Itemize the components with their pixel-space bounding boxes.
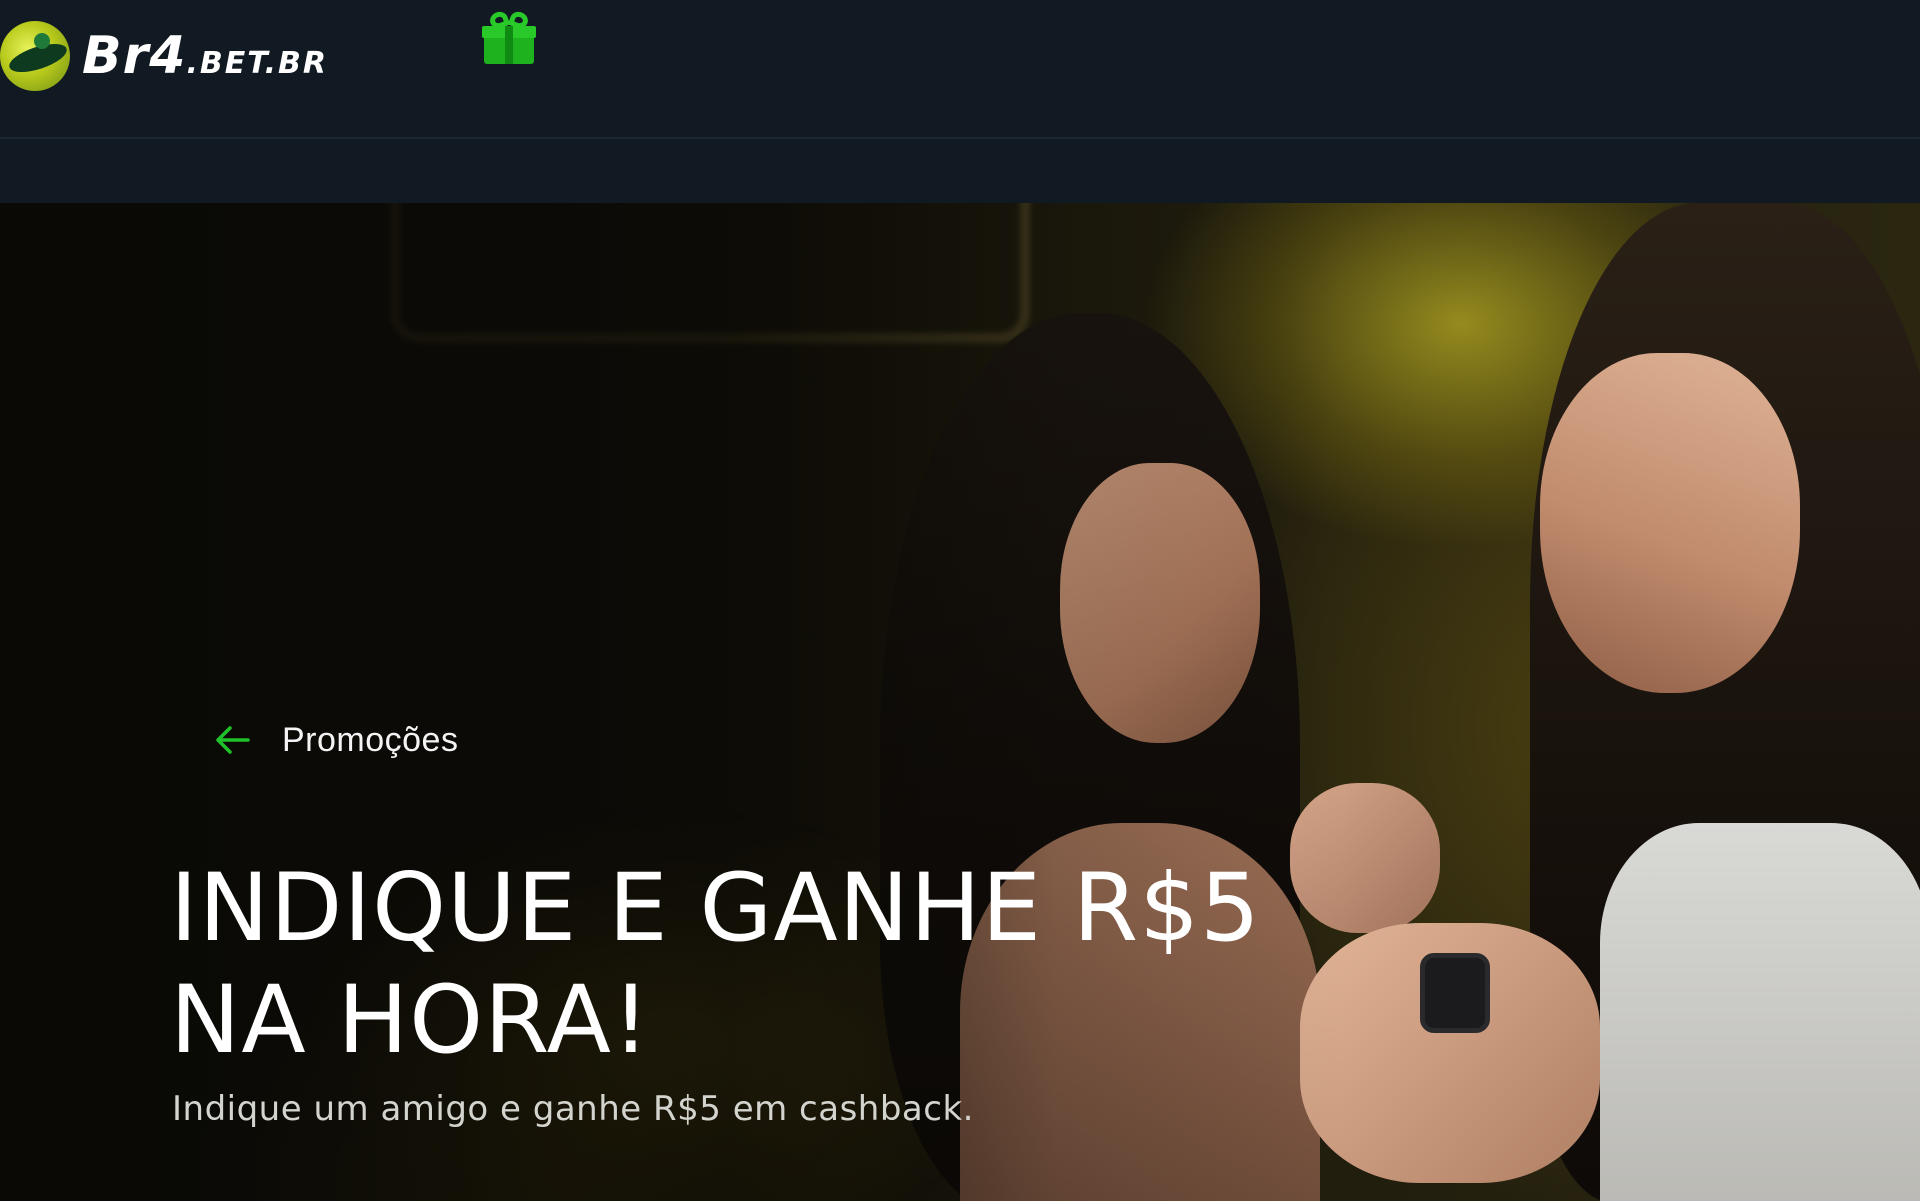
site-logo[interactable]: Br4.BET.BR	[0, 14, 328, 98]
logo-suffix: .BET.BR	[186, 46, 328, 81]
promo-subtitle: Indique um amigo e ganhe R$5 em cashback…	[172, 1089, 974, 1129]
promo-hero-banner: Promoções INDIQUE E GANHE R$5 NA HORA! I…	[0, 203, 1920, 1201]
logo-text: Br4.BET.BR	[82, 30, 328, 82]
top-header: Br4.BET.BR	[0, 0, 1920, 139]
back-link-label: Promoções	[282, 720, 459, 759]
back-to-promotions-link[interactable]: Promoções	[212, 718, 458, 762]
gift-ribbon	[505, 26, 513, 64]
secondary-nav-bar	[0, 139, 1920, 203]
arrow-left-icon	[212, 720, 252, 760]
promo-title: INDIQUE E GANHE R$5 NA HORA!	[170, 853, 1370, 1077]
gift-icon[interactable]	[482, 9, 536, 64]
logo-brand: Br4	[82, 26, 187, 86]
promo-title-line-2: NA HORA!	[170, 966, 651, 1075]
promo-title-line-1: INDIQUE E GANHE R$5	[170, 854, 1261, 963]
br4-logo-icon	[0, 21, 70, 91]
